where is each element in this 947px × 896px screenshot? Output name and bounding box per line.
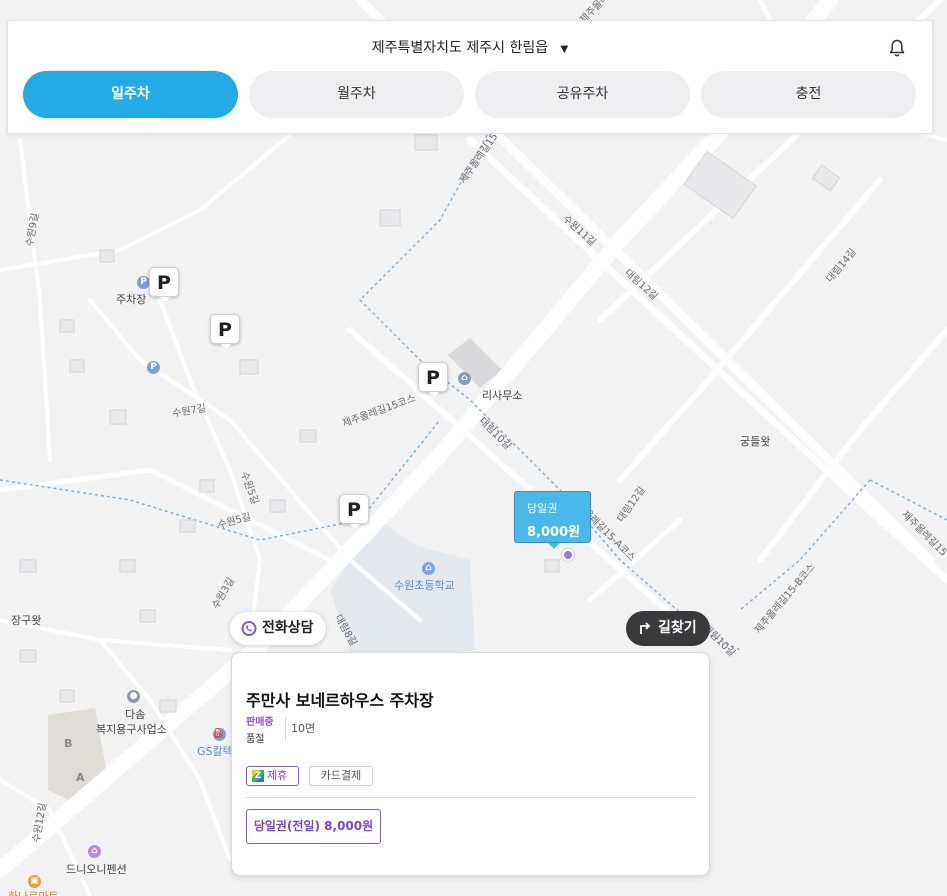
map-label-office: 리사무소 — [482, 389, 523, 402]
current-location-dot — [562, 549, 574, 561]
divider — [246, 797, 696, 798]
directions-button[interactable]: 길찾기 — [626, 611, 710, 646]
parking-marker[interactable]: P — [339, 494, 369, 529]
partner-badge-label: 제휴 — [267, 769, 288, 782]
status-on-sale: 판매중 — [246, 717, 274, 728]
pension-poi-icon[interactable]: ⌂ — [88, 845, 101, 858]
phone-chat-icon — [241, 621, 257, 636]
location-selector[interactable]: 제주특별자치도 제주시 한림읍 ▼ — [8, 37, 932, 57]
day-ticket-button[interactable]: 당일권(전일) 8,000원 — [246, 809, 381, 844]
location-text: 제주특별자치도 제주시 한림읍 — [371, 40, 549, 56]
map-label-parking-lot: 주차장 — [116, 293, 147, 306]
partner-badge: Z 제휴 — [246, 766, 299, 786]
price-bubble-type: 당일권 — [527, 502, 558, 515]
phone-consult-button[interactable]: 전화상담 — [230, 612, 326, 645]
status-sold-out: 품절 — [246, 734, 265, 745]
office-poi-icon[interactable]: ⌂ — [458, 372, 471, 385]
map-label-gungdeulwat: 궁들왓 — [740, 435, 771, 448]
card-payment-badge: 카드결제 — [309, 766, 373, 786]
caret-down-icon: ▼ — [560, 44, 569, 55]
bell-icon[interactable] — [889, 39, 905, 58]
parking-marker[interactable]: P — [149, 267, 179, 302]
mart-poi-icon[interactable]: ▣ — [28, 875, 41, 888]
map-label-gs: GS칼텍 — [197, 745, 233, 758]
parking-poi-icon[interactable]: P — [147, 361, 160, 374]
tab-shared-parking[interactable]: 공유주차 — [475, 71, 690, 118]
map-label-building-a: A — [76, 771, 85, 784]
tab-charging[interactable]: 충전 — [701, 71, 916, 118]
phone-consult-label: 전화상담 — [262, 620, 314, 636]
parking-spaces: 10면 — [291, 722, 316, 735]
parking-detail-card[interactable]: 주만사 보네르하우스 주차장 판매중 품절 10면 Z 제휴 카드결제 당일권(… — [231, 652, 710, 876]
partner-logo-icon: Z — [252, 770, 264, 782]
map-label-janggu: 장구왓 — [11, 614, 42, 627]
map-label-dasom-business: 복지용구사업소 — [96, 723, 167, 736]
tab-daily-parking[interactable]: 일주차 — [23, 71, 238, 118]
turn-right-arrow-icon — [640, 622, 651, 634]
map-label-building-b: B — [64, 737, 73, 750]
price-bubble-price: 8,000원 — [527, 525, 581, 540]
divider — [285, 717, 286, 741]
map-label-dasom: 다솜 — [125, 708, 146, 721]
map-label-mart: 하나로마트 — [8, 888, 59, 896]
map-label-pension: 드니오니펜션 — [66, 863, 127, 876]
top-panel: 제주특별자치도 제주시 한림읍 ▼ 일주차 월주차 공유주차 충전 — [7, 20, 933, 134]
tab-monthly-parking[interactable]: 월주차 — [249, 71, 464, 118]
gas-station-poi-icon[interactable]: ⛽ — [213, 728, 226, 741]
parking-marker[interactable]: P — [210, 314, 240, 349]
parking-marker[interactable]: P — [418, 362, 448, 397]
welfare-poi-icon[interactable]: ● — [127, 690, 140, 703]
parking-title: 주만사 보네르하우스 주차장 — [246, 691, 434, 710]
selected-parking-price-bubble[interactable]: 당일권 8,000원 — [514, 491, 591, 549]
directions-label: 길찾기 — [658, 620, 697, 636]
school-poi-icon[interactable]: ⌂ — [422, 562, 435, 575]
map-label-school: 수원초등학교 — [394, 579, 455, 592]
